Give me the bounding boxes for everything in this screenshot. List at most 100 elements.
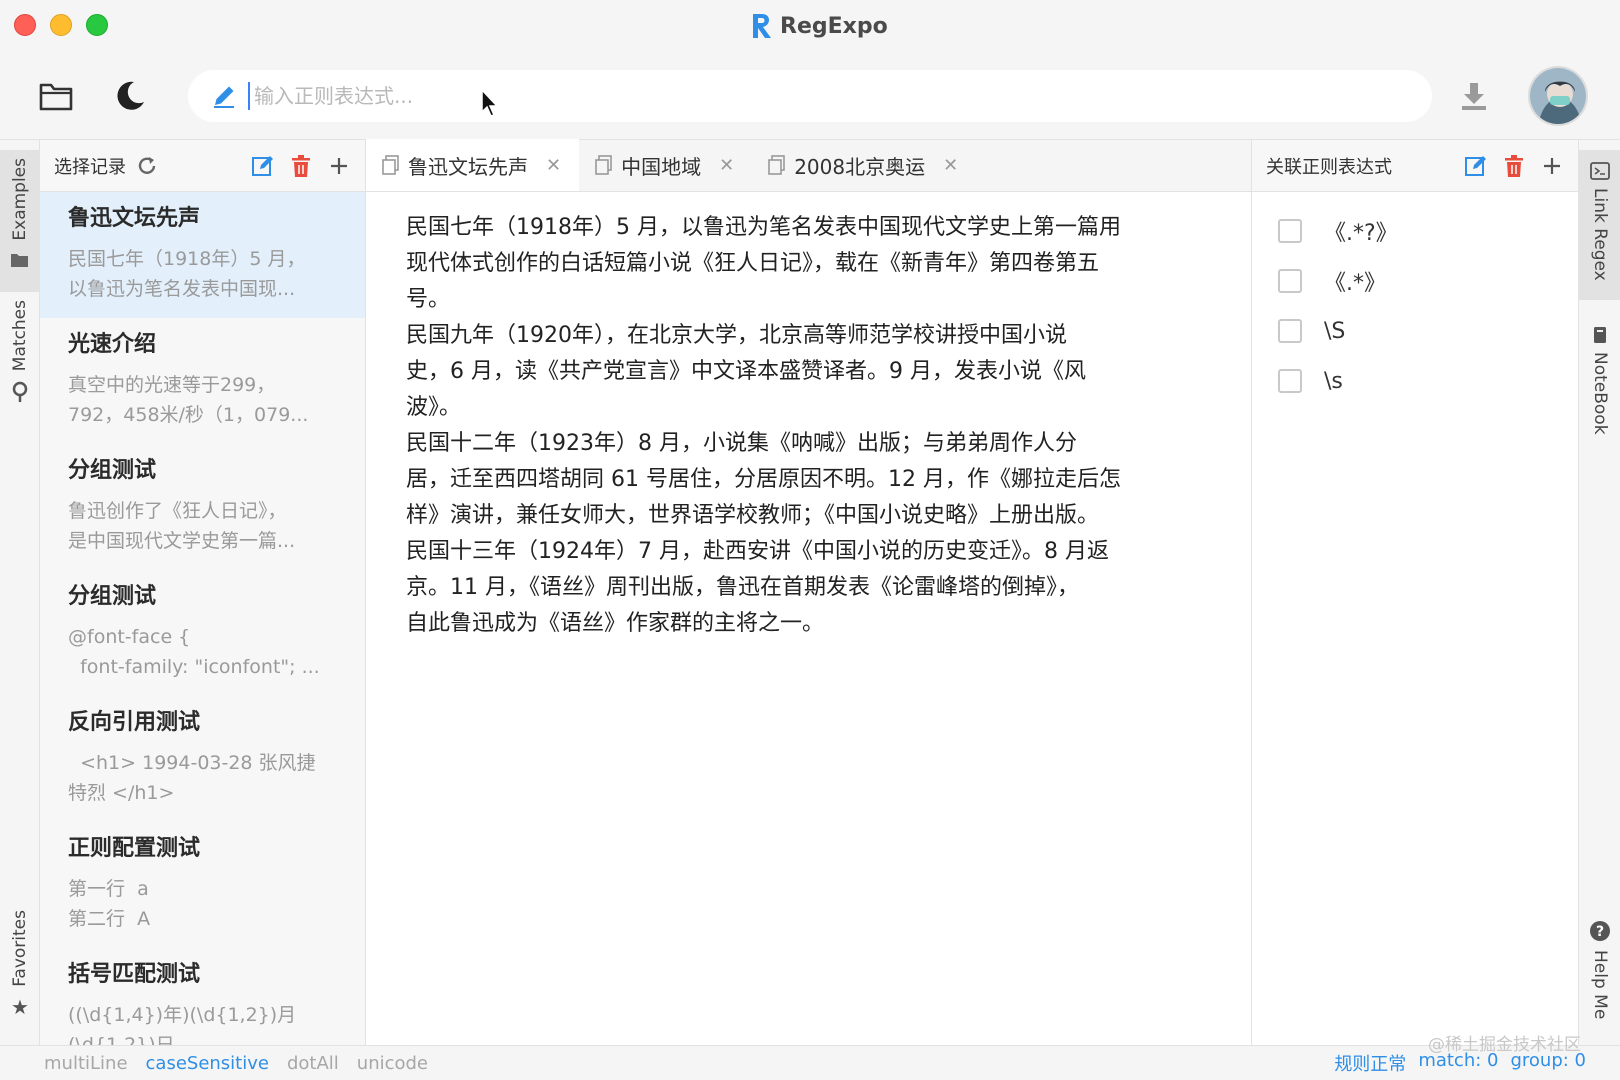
tab-document[interactable]: 2008北京奥运 ✕ bbox=[752, 139, 976, 191]
add-record-button[interactable] bbox=[327, 154, 351, 178]
title-bar: RegExpo bbox=[0, 0, 1620, 52]
dark-mode-button[interactable] bbox=[110, 76, 150, 116]
regex-label[interactable]: 《.*?》 bbox=[1324, 215, 1398, 247]
record-preview: @font-face { font-family: "iconfont"; ..… bbox=[68, 626, 320, 678]
rule-state: 规则正常 bbox=[1334, 1054, 1407, 1075]
flag-unicode[interactable]: unicode bbox=[357, 1053, 428, 1074]
status-bar: multiLine caseSensitive dotAll unicode 规… bbox=[0, 1045, 1620, 1080]
side-tab-help-label: Help Me bbox=[1590, 950, 1610, 1020]
records-panel: 选择记录 鲁迅文坛先声 民国七年（1918年）5 月， 以鲁迅为笔名发表中国现.… bbox=[40, 140, 366, 1045]
regex-checkbox[interactable] bbox=[1278, 219, 1302, 243]
user-avatar[interactable] bbox=[1528, 66, 1588, 126]
avatar-image bbox=[1530, 68, 1586, 124]
related-header: 关联正则表达式 bbox=[1252, 140, 1578, 192]
related-regex-panel: 关联正则表达式 《.*?》 《.*》 \S \s bbox=[1252, 140, 1578, 1045]
document-icon bbox=[595, 155, 612, 175]
flag-multiline[interactable]: multiLine bbox=[44, 1053, 128, 1074]
side-tab-favorites[interactable]: Favorites ★ bbox=[0, 910, 40, 1040]
mouse-cursor-icon bbox=[481, 88, 499, 117]
document-text-area[interactable]: 民国七年（1918年）5 月，以鲁迅为笔名发表中国现代文学史上第一篇用 现代体式… bbox=[366, 192, 1251, 642]
regex-item: \s bbox=[1252, 356, 1578, 406]
toolbar bbox=[0, 52, 1620, 140]
records-list: 鲁迅文坛先声 民国七年（1918年）5 月， 以鲁迅为笔名发表中国现... 光速… bbox=[40, 192, 365, 1045]
left-side-tabs: Examples Matches Favorites ★ bbox=[0, 140, 40, 1045]
delete-record-button[interactable] bbox=[289, 154, 313, 178]
side-tab-matches[interactable]: Matches bbox=[0, 300, 40, 432]
records-header: 选择记录 bbox=[40, 140, 365, 192]
download-button[interactable] bbox=[1454, 76, 1494, 116]
record-item[interactable]: 括号匹配测试 ((\d{1,4})年)(\d{1,2})月 (\d{1,2})日 bbox=[40, 948, 365, 1045]
moon-icon bbox=[117, 81, 144, 110]
side-tab-link-regex-label: Link Regex bbox=[1590, 188, 1610, 281]
regex-input[interactable] bbox=[248, 82, 1398, 110]
folder-open-icon bbox=[11, 253, 28, 267]
document-icon bbox=[768, 155, 785, 175]
watermark: @稀土掘金技术社区 bbox=[1428, 1035, 1581, 1055]
refresh-icon bbox=[138, 156, 156, 174]
records-title: 选择记录 bbox=[54, 156, 126, 178]
tab-document[interactable]: 鲁迅文坛先声 ✕ bbox=[366, 139, 580, 191]
app-logo-icon bbox=[753, 14, 771, 38]
record-item[interactable]: 反向引用测试 <h1> 1994-03-28 张风捷 特烈 </h1> bbox=[40, 696, 365, 822]
side-tab-notebook-label: NoteBook bbox=[1590, 352, 1610, 435]
record-preview: 鲁迅创作了《狂人日记》， 是中国现代文学史第一篇... bbox=[68, 500, 296, 552]
location-pin-icon bbox=[12, 381, 28, 403]
maximize-window-button[interactable] bbox=[86, 14, 108, 36]
editor-panel: 鲁迅文坛先声 ✕ 中国地域 ✕ 2008北京奥运 ✕ 民国七年（1918年）5 … bbox=[366, 139, 1252, 1045]
star-icon: ★ bbox=[11, 994, 29, 1019]
record-title: 正则配置测试 bbox=[68, 836, 201, 861]
edit-icon bbox=[1465, 155, 1486, 176]
flag-case-sensitive[interactable]: caseSensitive bbox=[146, 1053, 269, 1074]
related-regex-list: 《.*?》 《.*》 \S \s bbox=[1252, 192, 1578, 406]
close-window-button[interactable] bbox=[14, 14, 36, 36]
plus-icon bbox=[331, 157, 347, 174]
close-tab-icon[interactable]: ✕ bbox=[546, 155, 561, 176]
side-tab-examples[interactable]: Examples bbox=[0, 150, 40, 292]
close-tab-icon[interactable]: ✕ bbox=[943, 155, 958, 176]
regex-checkbox[interactable] bbox=[1278, 269, 1302, 293]
plus-icon bbox=[1544, 157, 1560, 174]
regex-flags: multiLine caseSensitive dotAll unicode bbox=[44, 1053, 428, 1074]
regex-label[interactable]: \s bbox=[1324, 369, 1343, 394]
regex-input-box bbox=[188, 70, 1432, 122]
related-title: 关联正则表达式 bbox=[1266, 156, 1392, 178]
record-item[interactable]: 光速介绍 真空中的光速等于299， 792，458米/秒（1，079... bbox=[40, 318, 365, 444]
side-tab-link-regex[interactable]: Link Regex bbox=[1579, 150, 1620, 300]
record-item[interactable]: 正则配置测试 第一行 a 第二行 A bbox=[40, 822, 365, 948]
document-icon bbox=[382, 155, 399, 175]
regex-checkbox[interactable] bbox=[1278, 319, 1302, 343]
minimize-window-button[interactable] bbox=[50, 14, 72, 36]
app-title-text: RegExpo bbox=[780, 13, 888, 39]
record-title: 反向引用测试 bbox=[68, 710, 201, 735]
close-tab-icon[interactable]: ✕ bbox=[719, 155, 734, 176]
tab-label: 中国地域 bbox=[621, 154, 702, 179]
record-item[interactable]: 分组测试 @font-face { font-family: "iconfont… bbox=[40, 570, 365, 696]
regex-label[interactable]: \S bbox=[1324, 319, 1345, 344]
record-preview: ((\d{1,4})年)(\d{1,2})月 (\d{1,2})日 bbox=[68, 1004, 297, 1045]
edit-regex-button[interactable] bbox=[1464, 154, 1488, 178]
record-item[interactable]: 鲁迅文坛先声 民国七年（1918年）5 月， 以鲁迅为笔名发表中国现... bbox=[40, 192, 365, 318]
regex-item: 《.*?》 bbox=[1252, 206, 1578, 256]
regex-item: \S bbox=[1252, 306, 1578, 356]
help-icon: ? bbox=[1590, 921, 1610, 941]
record-title: 鲁迅文坛先声 bbox=[68, 206, 201, 231]
delete-regex-button[interactable] bbox=[1502, 154, 1526, 178]
regex-checkbox[interactable] bbox=[1278, 369, 1302, 393]
tab-document[interactable]: 中国地域 ✕ bbox=[579, 139, 752, 191]
side-tab-notebook[interactable]: NoteBook bbox=[1579, 320, 1620, 460]
add-regex-button[interactable] bbox=[1540, 154, 1564, 178]
record-item[interactable]: 分组测试 鲁迅创作了《狂人日记》， 是中国现代文学史第一篇... bbox=[40, 444, 365, 570]
flag-dotall[interactable]: dotAll bbox=[287, 1053, 339, 1074]
right-side-tabs: Link Regex NoteBook ? Help Me bbox=[1578, 140, 1620, 1045]
download-icon bbox=[1462, 83, 1486, 110]
record-preview: 民国七年（1918年）5 月， 以鲁迅为笔名发表中国现... bbox=[68, 248, 306, 300]
pencil-icon bbox=[210, 82, 238, 110]
app-title: RegExpo bbox=[750, 12, 888, 40]
refresh-button[interactable] bbox=[136, 155, 158, 177]
regex-label[interactable]: 《.*》 bbox=[1324, 265, 1386, 297]
edit-record-button[interactable] bbox=[251, 154, 275, 178]
open-folder-button[interactable] bbox=[36, 76, 76, 116]
folder-icon bbox=[39, 83, 73, 111]
record-title: 分组测试 bbox=[68, 458, 157, 483]
side-tab-help[interactable]: ? Help Me bbox=[1579, 910, 1620, 1040]
